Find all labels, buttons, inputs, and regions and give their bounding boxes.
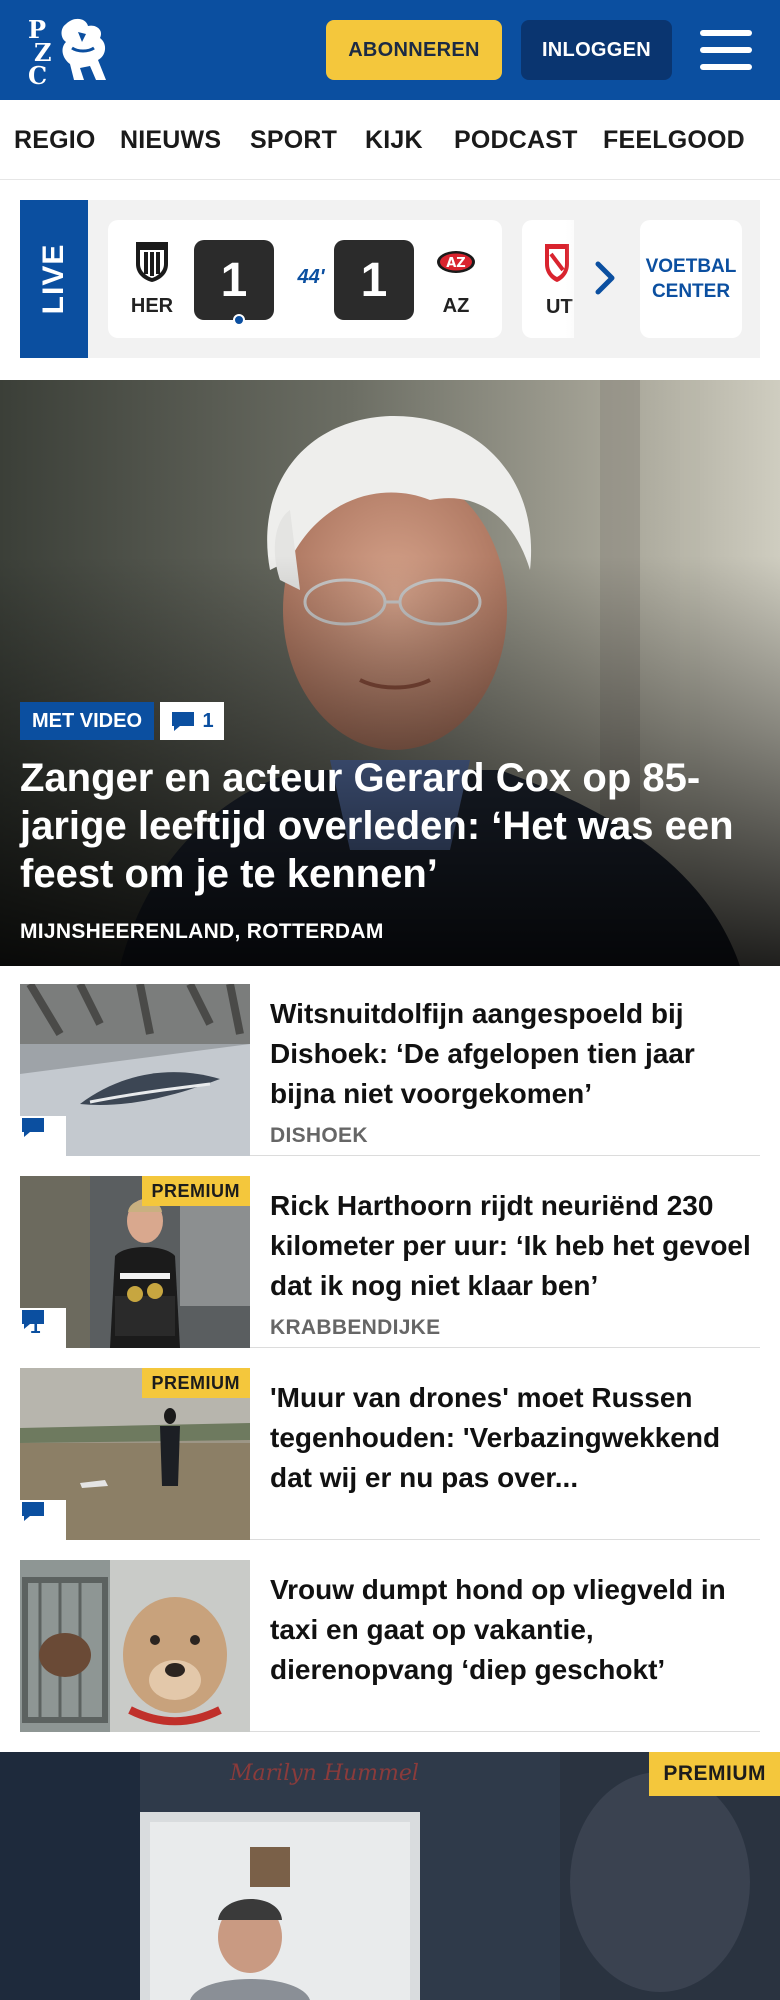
away-team-name: AZ	[442, 295, 470, 317]
article-location: DISHOEK	[270, 1124, 368, 1147]
live-label: LIVE	[37, 243, 70, 315]
premium-badge: PREMIUM	[141, 1368, 250, 1398]
nav-item-podcast[interactable]: PODCAST	[454, 126, 578, 155]
pzc-logo[interactable]: P Z C	[26, 14, 116, 90]
comment-count-tag[interactable]	[20, 1500, 66, 1540]
voetbal-center-line2: CENTER	[651, 281, 731, 302]
away-score: 1	[334, 240, 414, 320]
feature-article[interactable]: Marilyn Hummel PREMIUM	[0, 1752, 780, 2000]
article-title[interactable]: Witsnuitdolfijn aangespoeld bij Dishoek:…	[270, 994, 760, 1114]
svg-text:C: C	[28, 61, 47, 86]
comment-icon	[172, 712, 195, 731]
nav-item-nieuws[interactable]: NIEUWS	[120, 126, 221, 155]
heracles-crest-icon	[136, 242, 168, 282]
premium-badge: PREMIUM	[649, 1752, 780, 1796]
home-team: HER	[122, 240, 182, 318]
login-button[interactable]: INLOGGEN	[521, 20, 672, 80]
premium-badge: PREMIUM	[141, 1176, 250, 1206]
comment-icon	[22, 1310, 44, 1329]
nav-item-feelgood[interactable]: FEELGOOD	[603, 126, 745, 155]
article-thumbnail	[20, 984, 250, 1156]
comment-count-tag[interactable]: 1	[20, 1308, 66, 1348]
nav-scroll-fade	[740, 100, 780, 179]
article-thumbnail	[20, 1560, 250, 1732]
az-crest-icon: AZ	[437, 251, 475, 273]
main-nav: REGIO NIEUWS SPORT KIJK PODCAST FEELGOOD	[0, 100, 780, 180]
article-item[interactable]: PREMIUM 1 Rick Harthoorn rijdt neuriënd …	[20, 1176, 760, 1348]
article-title[interactable]: 'Muur van drones' moet Russen tegenhoude…	[270, 1378, 760, 1498]
match-card[interactable]: HER 1 44' 1 AZ AZ	[108, 220, 502, 338]
hero-location: MIJNSHEERENLAND, ROTTERDAM	[20, 920, 384, 943]
voetbal-center-button[interactable]: VOETBAL CENTER	[640, 220, 742, 338]
article-thumbnail: PREMIUM	[20, 1368, 250, 1540]
article-item[interactable]: Witsnuitdolfijn aangespoeld bij Dishoek:…	[20, 984, 760, 1156]
match-minute: 44'	[297, 266, 325, 288]
article-title[interactable]: Vrouw dumpt hond op vliegveld in taxi en…	[270, 1570, 760, 1690]
live-label-block: LIVE	[20, 200, 88, 358]
comment-count: 1	[202, 709, 214, 732]
hamburger-menu-icon[interactable]	[700, 28, 752, 72]
comment-icon	[22, 1502, 44, 1521]
article-title[interactable]: Rick Harthoorn rijdt neuriënd 230 kilome…	[270, 1186, 760, 1306]
goal-indicator	[233, 314, 245, 326]
hero-article[interactable]: MET VIDEO 1 Zanger en acteur Gerard Cox …	[0, 380, 780, 966]
live-scores-bar: LIVE HER 1 44' 1 AZ AZ UT VOETBAL CENTER	[20, 200, 760, 358]
away-team: AZ AZ	[426, 240, 486, 318]
chevron-right-icon[interactable]	[590, 258, 620, 298]
article-item[interactable]: PREMIUM 'Muur van drones' moet Russen te…	[20, 1368, 760, 1540]
nav-item-kijk[interactable]: KIJK	[365, 126, 423, 155]
comment-count-badge[interactable]: 1	[160, 702, 224, 740]
voetbal-center-line1: VOETBAL	[645, 256, 737, 277]
nav-item-regio[interactable]: REGIO	[14, 126, 96, 155]
home-score: 1	[194, 240, 274, 320]
nav-item-sport[interactable]: SPORT	[250, 126, 337, 155]
dog-crate-photo	[20, 1560, 250, 1732]
site-header: P Z C ABONNEREN INLOGGEN	[0, 0, 780, 100]
hero-title[interactable]: Zanger en acteur Gerard Cox op 85-jarige…	[20, 754, 760, 898]
home-team-name: HER	[130, 295, 174, 317]
subscribe-button[interactable]: ABONNEREN	[326, 20, 502, 80]
svg-text:AZ: AZ	[446, 256, 466, 271]
svg-text:Marilyn Hummel: Marilyn Hummel	[229, 1761, 419, 1786]
article-item[interactable]: Vrouw dumpt hond op vliegveld in taxi en…	[20, 1560, 760, 1732]
comment-count-tag[interactable]	[20, 1116, 66, 1156]
article-thumbnail: PREMIUM 1	[20, 1176, 250, 1348]
article-location: KRABBENDIJKE	[270, 1316, 441, 1339]
video-badge: MET VIDEO	[20, 702, 155, 740]
comment-icon	[22, 1118, 44, 1137]
